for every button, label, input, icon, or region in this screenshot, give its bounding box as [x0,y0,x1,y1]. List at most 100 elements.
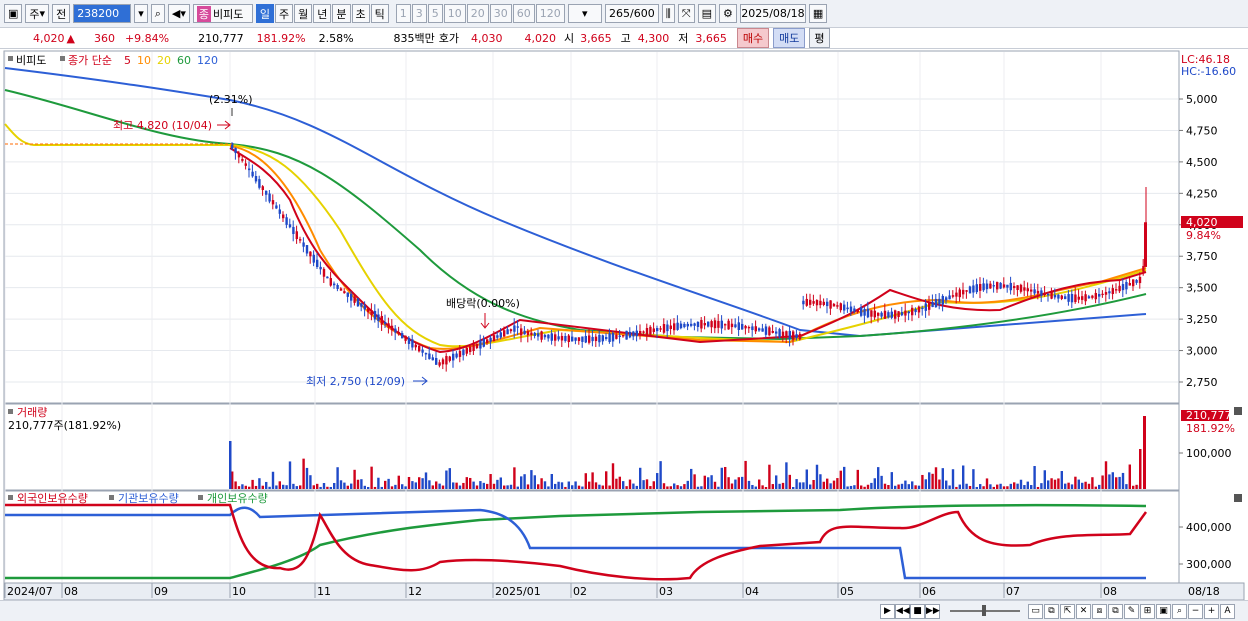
volume-bar [1143,416,1146,489]
candle-body [299,239,302,241]
volume-bar [968,485,972,489]
sell-button[interactable]: 매도 [773,28,806,48]
candle-body [591,336,594,342]
calendar-icon[interactable]: ▦ [808,4,828,23]
count-field[interactable]: 265/600 [604,4,659,23]
candle-body [1135,279,1138,283]
fast-forward-icon[interactable]: ▶▶ [925,604,940,619]
save-icon[interactable]: ▤ [697,4,717,23]
candle-body [520,328,523,336]
multiple-tab-1[interactable]: 3 [411,4,427,23]
interval-tab-4[interactable]: 분 [332,4,351,23]
layout-icon[interactable]: ▣ [4,4,23,23]
period-select-b[interactable]: 전 [52,4,71,23]
multiple-select[interactable]: ▾ [567,4,602,23]
interval-tab-5[interactable]: 초 [351,4,370,23]
sound-icon[interactable]: ◀▾ [167,4,190,23]
candle-body [557,336,560,340]
legend-handle-icon[interactable] [198,495,203,500]
stock-code-input[interactable]: 238200 [73,4,132,23]
multiple-tab-2[interactable]: 5 [427,4,443,23]
evaluation-button[interactable]: 평 [809,28,830,48]
legend-stock-name[interactable]: 비피도 [16,54,46,67]
candle-body [826,301,829,307]
legend-ma-1[interactable]: 10 [137,54,151,67]
font-size-icon[interactable]: A [1220,604,1235,619]
holdings-legend-1[interactable]: 기관보유수량 [118,492,179,505]
zoom-in-icon[interactable]: + [1204,604,1219,619]
candle-body [890,311,893,318]
interval-tab-1[interactable]: 주 [275,4,294,23]
multiple-tab-3[interactable]: 10 [443,4,466,23]
multiple-tab-0[interactable]: 1 [395,4,411,23]
search-icon[interactable]: ⌕ [150,4,165,23]
candle-body [336,284,339,289]
candle-body [1132,279,1135,287]
legend-handle-icon[interactable] [8,56,13,61]
interval-tab-2[interactable]: 월 [294,4,313,23]
legend-handle-icon[interactable] [8,409,13,414]
stock-name-field[interactable]: 종 비피도 [192,4,253,23]
volume-title[interactable]: 거래량 [17,406,47,419]
gear-icon[interactable]: ⚙ [719,4,737,23]
interval-tab-0[interactable]: 일 [255,4,274,23]
zoom-slider-handle[interactable] [982,605,986,616]
grid-icon[interactable]: ⊞ [1140,604,1155,619]
date-field[interactable]: 2025/08/18 [739,4,806,23]
crosshair-icon[interactable]: ✕ [1076,604,1091,619]
volume-bar [690,468,693,489]
multiple-tab-4[interactable]: 20 [466,4,489,23]
candle-icon[interactable]: ⫼ [661,4,675,23]
volume-bar [1026,481,1029,489]
crosshair-icon[interactable]: ⤧ [677,4,695,23]
copy-icon[interactable]: ⧉ [1044,604,1059,619]
multiple-tab-5[interactable]: 30 [489,4,512,23]
interval-tab-3[interactable]: 년 [313,4,332,23]
export-icon[interactable]: ⇱ [1060,604,1075,619]
candle-body [880,312,883,317]
candle-body [360,303,363,307]
volume-bar [1111,472,1114,489]
scroll-right-icon[interactable]: ▶ [880,604,895,619]
holdings-legend-2[interactable]: 개인보유수량 [207,492,268,505]
close-panel-icon[interactable] [1234,407,1242,415]
legend-ma-4[interactable]: 120 [197,54,218,67]
drawing-icon[interactable]: ✎ [1124,604,1139,619]
candle-body [424,352,428,355]
period-select-a[interactable]: 주 ▾ [25,4,50,23]
close-panel-icon[interactable] [1234,494,1242,502]
legend-handle-icon[interactable] [60,56,65,61]
volume-bar [900,483,904,489]
candle-body [350,293,353,301]
layout-icon[interactable]: ▣ [1156,604,1171,619]
rewind-icon[interactable]: ◀◀ [895,604,910,619]
legend-ma-type[interactable]: 종가 단순 [68,54,112,67]
candle-body [761,328,764,332]
legend-handle-icon[interactable] [109,495,114,500]
legend-handle-icon[interactable] [8,495,13,500]
search-icon[interactable]: ⌕ [1172,604,1187,619]
zoom-out-icon[interactable]: − [1188,604,1203,619]
legend-ma-3[interactable]: 60 [177,54,191,67]
volume-bar [839,470,842,489]
indicator-icon[interactable]: ⧈ [1092,604,1107,619]
legend-ma-2[interactable]: 20 [157,54,171,67]
interval-tab-6[interactable]: 틱 [370,4,389,23]
window-icon[interactable]: ▭ [1028,604,1043,619]
stop-icon[interactable]: ■ [910,604,925,619]
legend-ma-0[interactable]: 5 [124,54,131,67]
volume-bar [645,479,649,489]
compare-icon[interactable]: ⧉ [1108,604,1123,619]
volume-bar [1125,484,1128,489]
price-change: 360 [93,31,115,45]
stock-chart[interactable]: 비피도 종가 단순 5 10 20 60 120 LC:46.18 HC:-16.60 … [0,49,1248,600]
volume-bar [401,484,404,489]
multiple-tab-7[interactable]: 120 [535,4,565,23]
holdings-legend-0[interactable]: 외국인보유수량 [17,492,88,505]
candle-body [414,344,417,348]
candle-body [380,315,383,325]
buy-button[interactable]: 매수 [736,28,770,48]
candle-body [1057,294,1060,299]
multiple-tab-6[interactable]: 60 [512,4,535,23]
chevron-down-icon[interactable]: ▾ [134,4,148,23]
